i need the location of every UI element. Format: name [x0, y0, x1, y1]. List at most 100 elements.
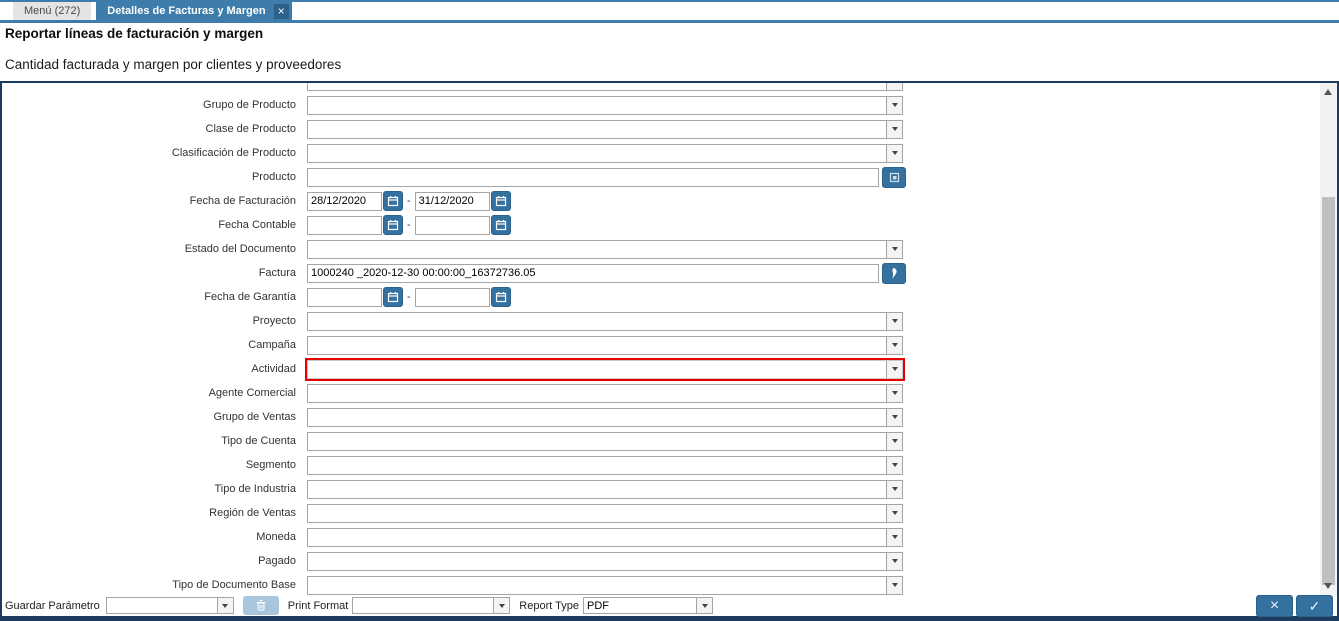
- search-icon: [889, 172, 900, 183]
- agente-comercial-combobox[interactable]: [307, 383, 903, 403]
- chevron-down-icon[interactable]: [886, 240, 902, 258]
- form-row-factura: Factura: [2, 261, 1320, 285]
- tab-menu[interactable]: Menú (272): [13, 2, 92, 20]
- region-de-ventas-combobox[interactable]: [307, 503, 903, 523]
- date-range-separator: -: [407, 291, 411, 303]
- scroll-up-arrow-icon[interactable]: [1324, 89, 1332, 95]
- estado-del-documento-combobox[interactable]: [307, 239, 903, 259]
- combobox-value: [308, 505, 886, 522]
- fecha-de-garantia-to-input[interactable]: [414, 287, 490, 307]
- fecha-de-garantia-to-calendar-button[interactable]: [490, 287, 511, 307]
- form-row-actividad: Actividad: [2, 357, 1320, 381]
- field-label-grupo-de-ventas: Grupo de Ventas: [213, 411, 296, 423]
- chevron-down-icon[interactable]: [886, 504, 902, 522]
- cancel-button[interactable]: ×: [1256, 594, 1293, 617]
- scroll-down-arrow-icon[interactable]: [1324, 583, 1332, 589]
- chevron-down-icon[interactable]: [886, 312, 902, 330]
- fecha-contable-to-calendar-button[interactable]: [490, 215, 511, 235]
- clase-de-producto-combobox[interactable]: [307, 119, 903, 139]
- chevron-down-icon[interactable]: [886, 576, 902, 594]
- chevron-down-icon[interactable]: [886, 96, 902, 114]
- chevron-down-icon[interactable]: [886, 336, 902, 354]
- field-label-fecha-de-garantia: Fecha de Garantía: [204, 291, 296, 303]
- clasificacion-de-producto-combobox[interactable]: [307, 143, 903, 163]
- factura-record-button[interactable]: [882, 262, 906, 284]
- combobox-value: [308, 361, 886, 378]
- field-label-segmento: Segmento: [245, 459, 296, 471]
- fecha-de-facturacion-to-input[interactable]: [414, 191, 490, 211]
- combobox-value: [308, 433, 886, 450]
- tipo-de-cuenta-combobox[interactable]: [307, 431, 903, 451]
- fecha-contable-from-calendar-button[interactable]: [383, 215, 403, 235]
- tipo-de-industria-combobox[interactable]: [307, 479, 903, 499]
- save-parameter-value: [107, 598, 217, 613]
- fecha-de-garantia-from-input[interactable]: [307, 287, 382, 307]
- calendar-icon: [495, 219, 507, 231]
- calendar-icon: [387, 291, 399, 303]
- fecha-de-garantia-from-calendar-button[interactable]: [383, 287, 403, 307]
- combobox-value: [308, 457, 886, 474]
- check-icon: ✓: [1308, 597, 1321, 614]
- date-range-separator: -: [407, 195, 411, 207]
- form-row-fecha-de-garantia: Fecha de Garantía -: [2, 285, 1320, 309]
- producto-input[interactable]: [307, 167, 879, 187]
- save-parameter-combobox[interactable]: [105, 597, 234, 614]
- close-icon: ×: [1269, 596, 1280, 614]
- chevron-down-icon[interactable]: [886, 120, 902, 138]
- field-label-producto: Producto: [251, 171, 296, 183]
- field-label-factura: Factura: [258, 267, 296, 279]
- page-title: Reportar líneas de facturación y margen: [5, 26, 264, 41]
- chevron-down-icon[interactable]: [886, 83, 902, 90]
- field-label-fecha-contable: Fecha Contable: [218, 219, 296, 231]
- chevron-down-icon[interactable]: [886, 528, 902, 546]
- chevron-down-icon[interactable]: [493, 598, 510, 613]
- combobox-value: [308, 97, 886, 114]
- grupo-de-producto-combobox[interactable]: [307, 95, 903, 115]
- save-parameter-label: Guardar Parámetro: [5, 599, 100, 612]
- fecha-contable-from-input[interactable]: [307, 215, 382, 235]
- delete-parameter-button[interactable]: [242, 596, 279, 615]
- date-range-separator: -: [407, 219, 411, 231]
- form-row-pagado: Pagado: [2, 549, 1320, 573]
- ok-button[interactable]: ✓: [1296, 594, 1333, 617]
- print-format-combobox[interactable]: [352, 597, 511, 614]
- field-label-agente-comercial: Agente Comercial: [208, 387, 296, 399]
- chevron-down-icon[interactable]: [886, 552, 902, 570]
- pagado-combobox[interactable]: [307, 551, 903, 571]
- chevron-down-icon[interactable]: [886, 384, 902, 402]
- parameter-rows: Grupo de Producto Clase de Producto Clas…: [2, 83, 1320, 595]
- chevron-down-icon[interactable]: [886, 144, 902, 162]
- close-icon[interactable]: ×: [273, 3, 289, 19]
- fecha-contable-to-input[interactable]: [414, 215, 490, 235]
- actividad-combobox[interactable]: [307, 359, 903, 379]
- chevron-down-icon[interactable]: [696, 598, 713, 613]
- chevron-down-icon[interactable]: [886, 480, 902, 498]
- partial-top-row-combobox[interactable]: [307, 83, 903, 91]
- campana-combobox[interactable]: [307, 335, 903, 355]
- chevron-down-icon[interactable]: [216, 598, 233, 613]
- form-row-proyecto: Proyecto: [2, 309, 1320, 333]
- fecha-de-facturacion-from-input[interactable]: [307, 191, 382, 211]
- moneda-combobox[interactable]: [307, 527, 903, 547]
- report-type-combobox[interactable]: PDF: [583, 597, 714, 614]
- tab-detalles-facturas[interactable]: Detalles de Facturas y Margen ×: [96, 2, 292, 20]
- page-subtitle: Cantidad facturada y margen por clientes…: [5, 57, 342, 72]
- form-row-segmento: Segmento: [2, 453, 1320, 477]
- chevron-down-icon[interactable]: [886, 360, 902, 378]
- grupo-de-ventas-combobox[interactable]: [307, 407, 903, 427]
- chevron-down-icon[interactable]: [886, 432, 902, 450]
- chevron-down-icon[interactable]: [886, 408, 902, 426]
- vertical-scrollbar[interactable]: [1320, 83, 1337, 595]
- chevron-down-icon[interactable]: [886, 456, 902, 474]
- combobox-value: [308, 83, 886, 90]
- fecha-de-facturacion-from-calendar-button[interactable]: [383, 191, 403, 211]
- factura-input[interactable]: [307, 263, 879, 283]
- producto-search-button[interactable]: [882, 166, 906, 188]
- tipo-de-documento-base-combobox[interactable]: [307, 575, 903, 595]
- fecha-de-facturacion-to-calendar-button[interactable]: [490, 191, 511, 211]
- proyecto-combobox[interactable]: [307, 311, 903, 331]
- scrollbar-thumb[interactable]: [1322, 197, 1335, 585]
- combobox-value: [308, 577, 886, 594]
- segmento-combobox[interactable]: [307, 455, 903, 475]
- field-label-region-de-ventas: Región de Ventas: [209, 507, 296, 519]
